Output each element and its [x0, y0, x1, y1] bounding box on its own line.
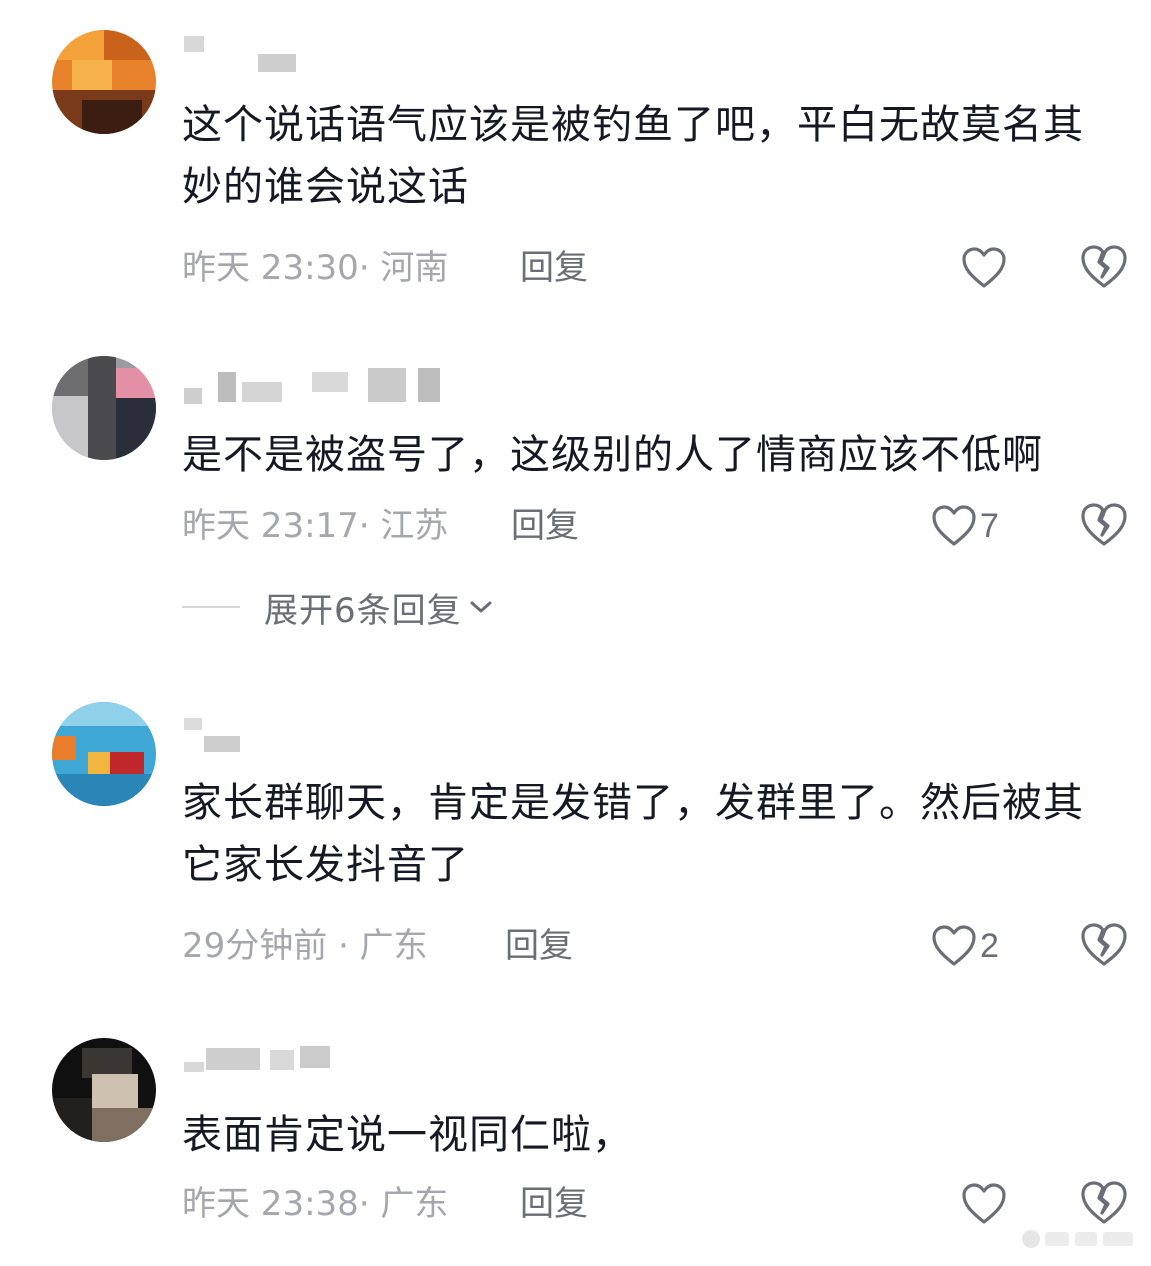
avatar[interactable]	[52, 30, 156, 134]
reply-button[interactable]: 回复	[520, 1184, 588, 1224]
dislike-button[interactable]	[1078, 1178, 1130, 1230]
avatar[interactable]	[52, 1038, 156, 1142]
like-button[interactable]: 7	[930, 500, 999, 552]
like-count: 7	[980, 506, 999, 545]
comment-text: 这个说话语气应该是被钓鱼了吧，平白无故莫名其妙的谁会说这话	[182, 102, 1084, 210]
heart-outline-icon	[962, 247, 1006, 288]
username-blurred[interactable]	[182, 368, 452, 404]
comment-text: 是不是被盗号了，这级别的人了情商应该不低啊	[182, 432, 1043, 478]
comment-meta: 昨天 23:30· 河南	[182, 248, 449, 288]
divider-line	[182, 606, 240, 608]
expand-replies-label: 展开6条回复	[264, 590, 462, 631]
comment-meta: 29分钟前 · 广东	[182, 926, 428, 966]
comment-meta: 昨天 23:17· 江苏	[182, 506, 449, 546]
broken-heart-icon	[1081, 245, 1127, 288]
avatar[interactable]	[52, 356, 156, 460]
expand-replies-button[interactable]: 展开6条回复	[182, 585, 494, 631]
comment-text: 表面肯定说一视同仁啦，	[182, 1112, 633, 1158]
heart-outline-icon	[932, 505, 976, 546]
reply-button[interactable]: 回复	[511, 506, 579, 546]
dislike-button[interactable]	[1078, 242, 1130, 294]
reply-button[interactable]: 回复	[520, 248, 588, 288]
dislike-button[interactable]	[1078, 500, 1130, 552]
heart-outline-icon	[962, 1183, 1006, 1224]
broken-heart-icon	[1081, 1181, 1127, 1224]
like-count: 2	[980, 926, 999, 965]
comment-meta: 昨天 23:38· 广东	[182, 1184, 449, 1224]
like-button[interactable]: 2	[930, 920, 999, 972]
avatar[interactable]	[52, 702, 156, 806]
like-button[interactable]	[960, 242, 1010, 294]
dislike-button[interactable]	[1078, 920, 1130, 972]
broken-heart-icon	[1081, 923, 1127, 966]
like-button[interactable]	[960, 1178, 1010, 1230]
chevron-down-icon	[470, 601, 492, 613]
reply-button[interactable]: 回复	[505, 926, 573, 966]
heart-outline-icon	[932, 925, 976, 966]
username-blurred[interactable]	[182, 716, 262, 752]
username-blurred[interactable]	[182, 1046, 342, 1076]
username-blurred[interactable]	[182, 36, 302, 72]
watermark-logo	[1022, 1230, 1133, 1248]
comment-text: 家长群聊天，肯定是发错了，发群里了。然后被其它家长发抖音了	[182, 780, 1084, 888]
broken-heart-icon	[1081, 503, 1127, 546]
